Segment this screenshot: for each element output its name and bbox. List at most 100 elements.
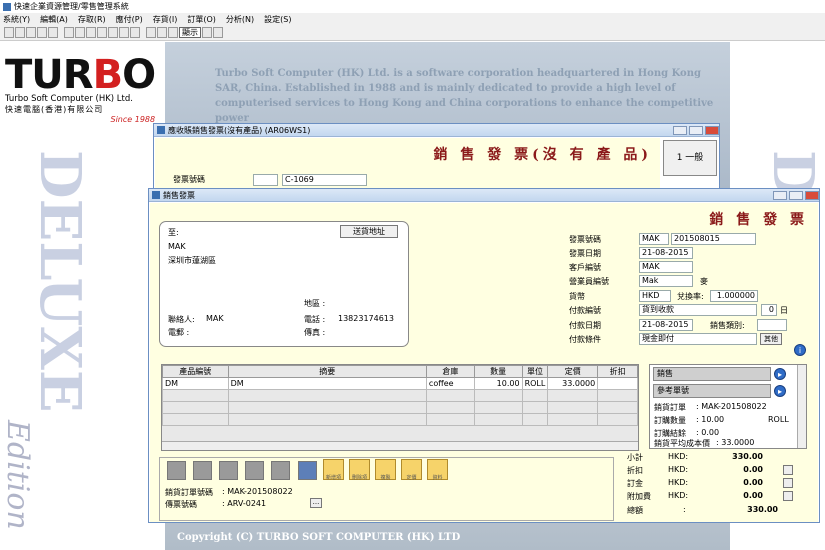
lookup-button[interactable]: ... [310,498,322,508]
zoom-icon[interactable] [86,27,96,38]
print-icon[interactable] [64,27,74,38]
product-grid[interactable]: 產品編號 摘要 倉庫 數量 單位 定價 折扣 DM DM coffee 10.0… [161,364,639,451]
col-header-unit[interactable]: 單位 [521,365,549,378]
prev-record-icon[interactable] [108,27,118,38]
currency-field[interactable]: HKD [639,290,671,302]
close-icon[interactable] [705,125,719,135]
delivery-address-button[interactable]: 送貨地址 [340,225,398,238]
toolbar-icon-2[interactable] [15,27,25,38]
menu-item-settings[interactable]: 設定(S) [264,14,291,25]
subtotal-value: 330.00 [732,452,763,461]
pay-terms-field[interactable]: 現金即付 [639,333,757,345]
copy-button[interactable]: 複製 [375,459,396,481]
grey-button-4[interactable] [245,461,264,480]
col-header-warehouse[interactable]: 倉庫 [425,365,475,378]
area-label: 地區 : [304,299,326,308]
invoice-prefix-field[interactable]: MAK [639,233,669,245]
grey-button-3[interactable] [219,461,238,480]
general-tab-button[interactable]: 1 一般 [663,140,717,176]
back-invoice-prefix-field[interactable] [253,174,278,186]
invoice-date-field[interactable]: 21-08-2015 [639,247,693,259]
save-icon[interactable] [48,27,58,38]
col-header-product[interactable]: 產品編號 [162,365,229,378]
last-record-icon[interactable] [130,27,140,38]
new-icon[interactable] [26,27,36,38]
table-row[interactable] [162,413,638,426]
reference-tab-icon[interactable]: ▸ [774,385,786,397]
delete-item-button[interactable]: 刪除項 [349,459,370,481]
maximize-icon[interactable] [689,125,703,135]
col-header-qty[interactable]: 數量 [473,365,523,378]
table-row[interactable]: DM DM coffee 10.00 ROLL 33.0000 [162,377,638,390]
table-row[interactable] [162,389,638,402]
menu-bar: 系統(Y) 編輯(A) 存取(R) 應付(P) 存貨(I) 訂單(O) 分析(N… [0,13,825,25]
pay-days-field[interactable]: 0 [761,304,777,316]
document-icon[interactable] [298,461,317,480]
menu-item-analysis[interactable]: 分析(N) [226,14,254,25]
minimize-icon[interactable] [673,125,687,135]
customer-address-box: 至: 送貨地址 MAK 深圳市蓮湖區 地區 : 聯絡人: MAK 電話 : 13… [159,221,409,347]
rate-field[interactable]: 1.000000 [710,290,758,302]
reference-tab[interactable]: 參考單號 [653,384,771,398]
undo-icon[interactable] [202,27,212,38]
display-button[interactable]: 顯示 [179,27,201,38]
horizontal-scrollbar[interactable] [162,441,638,450]
customer-code-label: 客戶編號 [569,263,601,272]
side-panel-scrollbar[interactable] [797,365,806,448]
sales-category-field[interactable] [757,319,787,331]
paste-icon[interactable] [157,27,167,38]
pay-date-field[interactable]: 21-08-2015 [639,319,693,331]
menu-item-payable[interactable]: 應付(P) [116,14,143,25]
menu-item-receivable[interactable]: 存取(R) [78,14,106,25]
edit-discount-icon[interactable] [783,465,793,475]
sales-code-label: 營業員編號 [569,277,609,286]
customer-code-field[interactable]: MAK [639,261,693,273]
menu-item-system[interactable]: 系統(Y) [3,14,30,25]
toolbar-icon-1[interactable] [4,27,14,38]
data-button[interactable]: 資料 [427,459,448,481]
subtotal-currency: HKD: [668,452,689,461]
add-item-button[interactable]: 新增項 [323,459,344,481]
preview-icon[interactable] [75,27,85,38]
subtotal-label: 小計 [627,453,643,462]
order-no-value: : MAK-201508022 [222,487,293,496]
menu-item-orders[interactable]: 訂單(O) [187,14,216,25]
exit-icon[interactable] [213,27,223,38]
toolbar: 顯示 [0,25,825,41]
sales-tab[interactable]: 銷售 [653,367,771,381]
grey-button-1[interactable] [167,461,186,480]
pricing-button[interactable]: 定價 [401,459,422,481]
invoice-number-field[interactable]: 201508015 [671,233,756,245]
sales-tab-icon[interactable]: ▸ [774,368,786,380]
invoice-window[interactable]: 銷售發票 銷 售 發 票 至: 送貨地址 MAK 深圳市蓮湖區 地區 : 聯絡人… [148,188,820,523]
grey-button-2[interactable] [193,461,212,480]
col-header-discount[interactable]: 折扣 [597,365,638,378]
col-header-description[interactable]: 摘要 [227,365,427,378]
sales-code-field[interactable]: Mak [639,275,693,287]
next-record-icon[interactable] [119,27,129,38]
deluxe-watermark: DELUXE [27,150,93,413]
menu-item-edit[interactable]: 編輯(A) [40,14,68,25]
avgcost-label: 銷貨平均成本價 [654,439,710,448]
open-icon[interactable] [37,27,47,38]
edit-deposit-icon[interactable] [783,478,793,488]
sales-category-label: 銷售類別: [710,321,745,330]
maximize-icon[interactable] [789,190,803,200]
invoice-no-label: 發票號碼 [569,235,601,244]
back-invoice-window[interactable]: 應收賬銷售發票(沒有產品) (AR06WS1) 銷 售 發 票(沒 有 產 品)… [153,123,720,193]
minimize-icon[interactable] [773,190,787,200]
company-intro-text: Turbo Soft Computer (HK) Ltd. is a softw… [215,68,714,124]
back-invoice-number-field[interactable]: C-1069 [282,174,367,186]
close-icon[interactable] [805,190,819,200]
first-record-icon[interactable] [97,27,107,38]
delete-icon[interactable] [168,27,178,38]
col-header-price[interactable]: 定價 [547,365,599,378]
other-button[interactable]: 其他 [760,333,782,345]
edit-surcharge-icon[interactable] [783,491,793,501]
copy-icon[interactable] [146,27,156,38]
grey-button-5[interactable] [271,461,290,480]
pay-code-select[interactable]: 貨到收款 [639,304,757,316]
info-icon[interactable]: i [794,344,806,356]
menu-item-inventory[interactable]: 存貨(I) [153,14,178,25]
table-row[interactable] [162,401,638,414]
